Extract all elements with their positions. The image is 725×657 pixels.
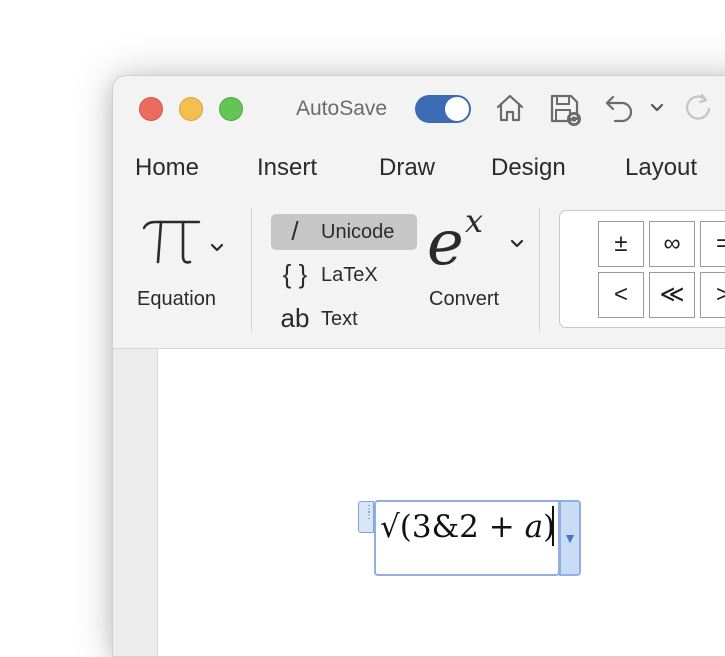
equation-prefix: √(3&2 + xyxy=(380,509,525,545)
symbol-infinity[interactable]: ∞ xyxy=(649,221,695,267)
tab-layout[interactable]: Layout xyxy=(625,154,697,182)
equation-label: Equation xyxy=(137,288,216,310)
chevron-down-icon xyxy=(510,239,524,248)
text-cursor xyxy=(552,506,554,546)
chevron-down-icon[interactable] xyxy=(649,100,665,116)
ribbon-separator xyxy=(539,208,540,332)
tab-insert[interactable]: Insert xyxy=(257,154,317,182)
ribbon-separator xyxy=(251,208,252,332)
text-label: Text xyxy=(321,308,358,330)
triangle-down-icon: ▼ xyxy=(563,530,577,546)
ab-icon: ab xyxy=(280,303,310,333)
braces-icon: { } xyxy=(282,259,308,289)
autosave-toggle[interactable] xyxy=(415,95,471,123)
tab-design[interactable]: Design xyxy=(491,154,566,182)
symbol-greater-than[interactable]: > xyxy=(700,272,725,318)
toggle-knob xyxy=(445,97,469,121)
tab-draw[interactable]: Draw xyxy=(379,154,435,182)
equation-variable: a xyxy=(524,509,544,545)
ribbon-tabs: Home Insert Draw Design Layout xyxy=(113,142,725,194)
unicode-format-button[interactable]: / Unicode xyxy=(271,214,417,250)
home-icon[interactable] xyxy=(493,91,527,125)
titlebar: AutoSave xyxy=(113,76,725,141)
symbol-gallery: ± ∞ = < ≪ > xyxy=(559,210,725,328)
drag-dots-icon: ⋮ ⋮ xyxy=(364,504,374,521)
pi-icon xyxy=(142,220,224,264)
save-icon[interactable] xyxy=(547,91,583,127)
symbol-plus-minus[interactable]: ± xyxy=(598,221,644,267)
ex-icon-base: e xyxy=(427,206,464,279)
unicode-label: Unicode xyxy=(321,221,395,243)
symbol-equals[interactable]: = xyxy=(700,221,725,267)
equation-text[interactable]: √(3&2 + a) xyxy=(380,509,555,545)
latex-format-button[interactable]: { } LaTeX xyxy=(271,257,417,293)
redo-icon[interactable] xyxy=(681,91,715,125)
tab-home[interactable]: Home xyxy=(135,154,199,182)
convert-label: Convert xyxy=(429,288,500,310)
zoom-window-button[interactable] xyxy=(219,97,243,121)
text-format-button[interactable]: ab Text xyxy=(271,301,417,337)
equation-drag-handle[interactable]: ⋮ ⋮ xyxy=(358,501,374,533)
ex-icon-sup: x xyxy=(465,202,484,240)
autosave-label: AutoSave xyxy=(296,97,388,120)
latex-label: LaTeX xyxy=(321,264,378,286)
undo-icon[interactable] xyxy=(603,91,637,125)
close-window-button[interactable] xyxy=(139,97,163,121)
symbol-much-less-than[interactable]: ≪ xyxy=(649,272,695,318)
minimize-window-button[interactable] xyxy=(179,97,203,121)
equation-options-dropdown[interactable]: ▼ xyxy=(559,500,581,576)
slash-icon: / xyxy=(291,216,299,246)
symbol-less-than[interactable]: < xyxy=(598,272,644,318)
